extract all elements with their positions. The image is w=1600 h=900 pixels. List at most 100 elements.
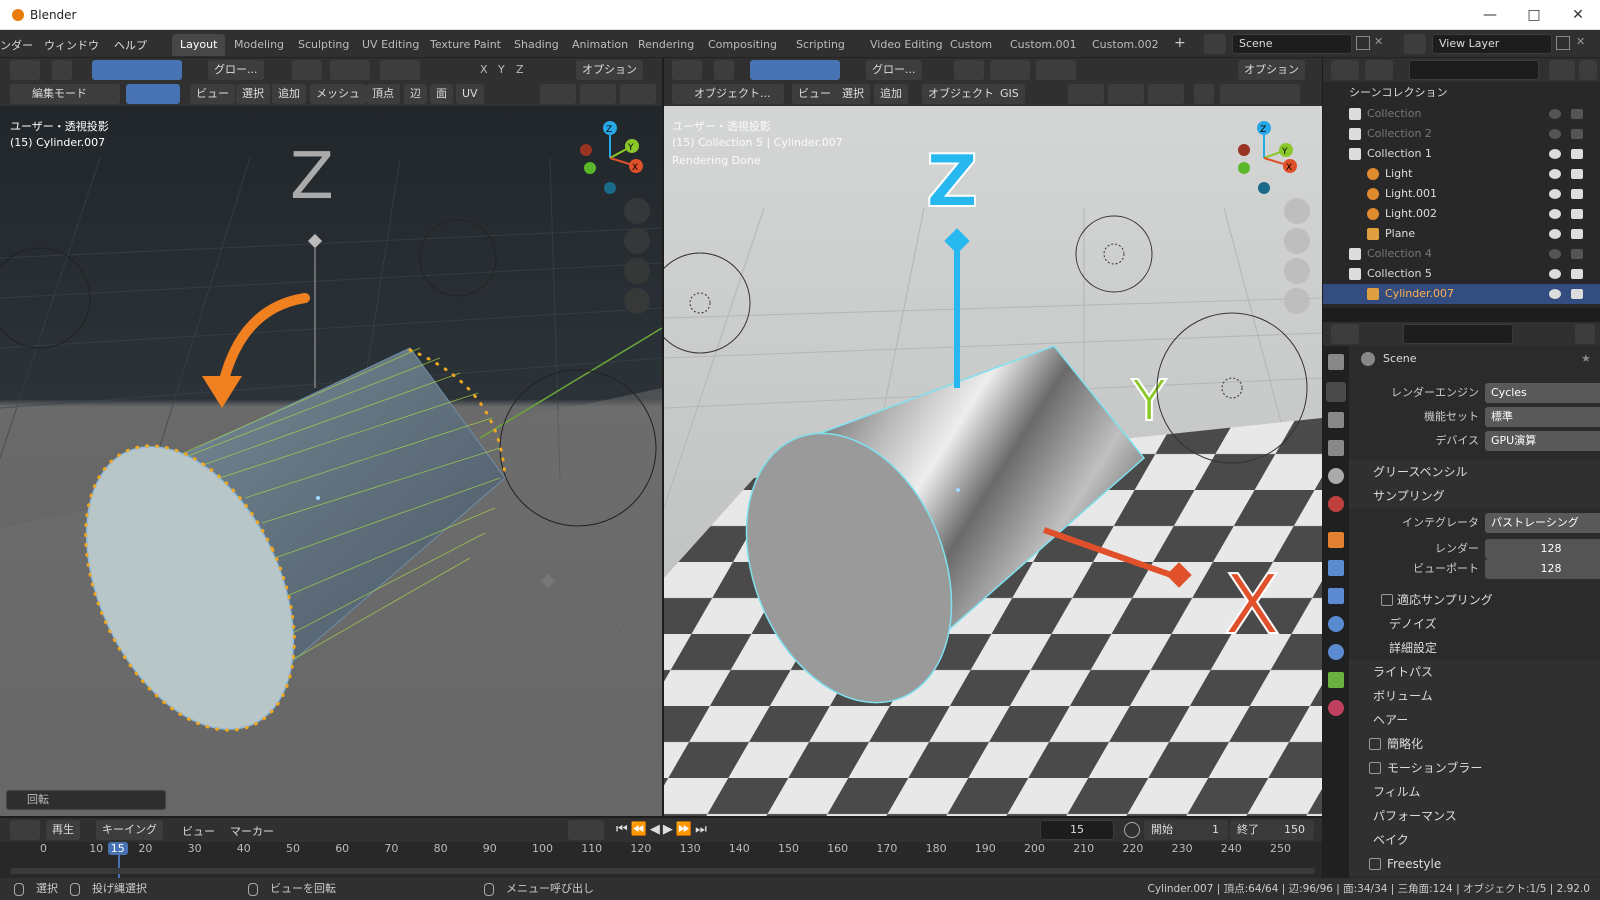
add-workspace-icon[interactable]: + — [1174, 35, 1186, 51]
modifier-tab-icon[interactable] — [1328, 560, 1344, 576]
right-viewport[interactable]: Z X Y Z Y X ユーザー・透視投影 (15) Collection 5 … — [664, 58, 1322, 816]
scene-field[interactable]: Scene — [1232, 34, 1352, 54]
left-vertex-edge-face-icons[interactable] — [126, 84, 180, 104]
outliner-editor-icon[interactable] — [1331, 60, 1359, 80]
simplify-panel[interactable]: 簡略化 — [1349, 732, 1600, 756]
tab-workspace-4[interactable]: Texture Paint — [422, 34, 509, 56]
outliner-row[interactable]: Collection 2 — [1323, 124, 1600, 144]
eye-icon[interactable] — [1549, 109, 1561, 119]
left-orientation-dropdown[interactable]: グロー... — [208, 60, 264, 80]
eye-icon[interactable] — [1549, 169, 1561, 179]
volume-panel[interactable]: ボリューム — [1349, 684, 1600, 708]
right-select-mode-icons[interactable] — [750, 60, 840, 80]
outliner-row[interactable]: Light.002 — [1323, 204, 1600, 224]
left-menus-item-1[interactable]: 選択 — [236, 84, 270, 104]
left-mirror-y[interactable]: Y — [498, 63, 505, 76]
tab-workspace-8[interactable]: Compositing — [700, 34, 785, 56]
render-camera-icon[interactable] — [1571, 189, 1583, 199]
outliner-row[interactable]: Collection 4 — [1323, 244, 1600, 264]
left-pan-icon[interactable] — [624, 228, 650, 254]
operator-panel-rotate[interactable]: 回転 — [6, 790, 166, 810]
tool-tab-icon[interactable] — [1328, 354, 1344, 370]
properties-options-icon[interactable] — [1575, 324, 1595, 344]
outliner-filter-icon[interactable] — [1549, 60, 1575, 80]
tab-workspace-9[interactable]: Scripting — [788, 34, 853, 56]
left-zoom-icon[interactable] — [624, 198, 650, 224]
eye-icon[interactable] — [1549, 289, 1561, 299]
outliner-search-input[interactable] — [1409, 60, 1539, 80]
end-frame-field[interactable]: 終了 150 — [1230, 820, 1314, 840]
render-camera-icon[interactable] — [1571, 249, 1583, 259]
outliner-row[interactable]: Collection 5 — [1323, 264, 1600, 284]
scene-copy-icon[interactable] — [1356, 36, 1370, 50]
keying-menu[interactable]: キーイング — [96, 820, 163, 840]
tab-workspace-3[interactable]: UV Editing — [354, 34, 427, 56]
left-snap-icon[interactable] — [330, 60, 370, 80]
outliner-row[interactable]: Plane — [1323, 224, 1600, 244]
tab-workspace-11[interactable]: Custom — [942, 34, 1000, 56]
right-shading-icons[interactable] — [1220, 84, 1300, 104]
left-menus-item-3[interactable]: メッシュ — [310, 84, 366, 104]
scene-tab-icon[interactable] — [1328, 468, 1344, 484]
left-select-tool-icon[interactable] — [52, 60, 72, 80]
maximize-icon[interactable]: □ — [1516, 4, 1552, 26]
tab-workspace-0[interactable]: Layout — [172, 34, 226, 56]
constraints-tab-icon[interactable] — [1328, 644, 1344, 660]
denoise-panel[interactable]: デノイズ — [1365, 612, 1600, 636]
outliner-new-collection-icon[interactable] — [1579, 60, 1597, 80]
eye-icon[interactable] — [1549, 249, 1561, 259]
outliner-row[interactable]: Light.001 — [1323, 184, 1600, 204]
render-camera-icon[interactable] — [1571, 149, 1583, 159]
freestyle-panel[interactable]: Freestyle — [1349, 852, 1600, 876]
render-camera-icon[interactable] — [1571, 129, 1583, 139]
menu-window[interactable]: ウィンドウ — [44, 37, 99, 53]
right-grid-icon[interactable] — [1284, 288, 1310, 314]
tab-workspace-10[interactable]: Video Editing — [862, 34, 951, 56]
view-layer-icon[interactable] — [1404, 34, 1426, 54]
view-layer-copy-icon[interactable] — [1556, 36, 1570, 50]
eye-icon[interactable] — [1549, 209, 1561, 219]
eye-icon[interactable] — [1549, 129, 1561, 139]
left-overlay-icon[interactable] — [620, 84, 656, 104]
left-menus-item-2[interactable]: 追加 — [272, 84, 306, 104]
physics-tab-icon[interactable] — [1328, 616, 1344, 632]
left-gizmo-icon[interactable] — [580, 84, 616, 104]
object-tab-icon[interactable] — [1328, 532, 1344, 548]
left-menus-item-0[interactable]: ビュー — [190, 84, 235, 104]
tab-workspace-5[interactable]: Shading — [506, 34, 567, 56]
render-tab-icon[interactable] — [1326, 382, 1346, 402]
left-select-mode-icons[interactable] — [92, 60, 182, 80]
view-layer-field[interactable]: View Layer — [1432, 34, 1552, 54]
tab-workspace-1[interactable]: Modeling — [226, 34, 292, 56]
right-editor-type-icon[interactable] — [672, 60, 702, 80]
preview-range-icon[interactable] — [1124, 822, 1140, 838]
right-snap-icon[interactable] — [990, 60, 1030, 80]
feature-set-dropdown[interactable]: 標準 — [1485, 407, 1600, 427]
motion-blur-panel[interactable]: モーションブラー — [1349, 756, 1600, 780]
material-tab-icon[interactable] — [1328, 700, 1344, 716]
outliner-display-mode-icon[interactable] — [1365, 60, 1393, 80]
tab-workspace-2[interactable]: Sculpting — [290, 34, 357, 56]
tab-workspace-6[interactable]: Animation — [564, 34, 636, 56]
left-grid-icon[interactable] — [624, 288, 650, 314]
left-visibility-icon[interactable] — [540, 84, 576, 104]
left-menus-item-5[interactable]: 辺 — [404, 84, 427, 104]
left-camera-icon[interactable] — [624, 258, 650, 284]
right-camera-icon[interactable] — [1284, 258, 1310, 284]
properties-editor-icon[interactable] — [1331, 324, 1359, 344]
eye-icon[interactable] — [1549, 269, 1561, 279]
right-zoom-icon[interactable] — [1284, 198, 1310, 224]
timeline-view-menu[interactable]: ビュー — [182, 823, 215, 839]
freestyle-checkbox[interactable] — [1369, 858, 1381, 870]
right-gizmo-icon[interactable] — [1108, 84, 1144, 104]
right-mode-dropdown[interactable]: オブジェクト... — [672, 84, 784, 104]
view-layer-remove-icon[interactable]: ✕ — [1576, 35, 1585, 48]
render-camera-icon[interactable] — [1571, 109, 1583, 119]
left-menus-item-7[interactable]: UV — [456, 84, 484, 104]
current-frame-field[interactable]: 15 — [1040, 820, 1114, 840]
right-menus-item-1[interactable]: 選択 — [836, 84, 870, 104]
right-xray-icon[interactable] — [1194, 84, 1214, 104]
right-select-tool-icon[interactable] — [714, 60, 734, 80]
adaptive-sampling-panel[interactable]: 適応サンプリング — [1365, 588, 1600, 612]
right-orientation-dropdown[interactable]: グロー... — [866, 60, 922, 80]
